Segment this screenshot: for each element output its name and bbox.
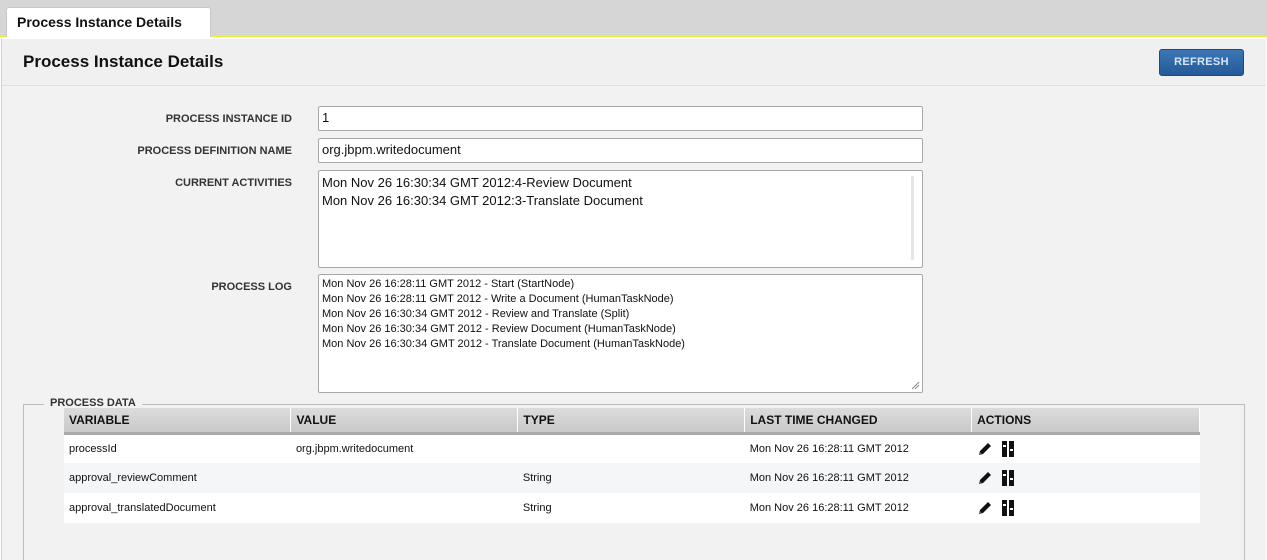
cell-variable: approval_reviewComment (64, 463, 291, 493)
cell-actions (971, 433, 1200, 463)
cell-variable: processId (64, 433, 291, 463)
cell-type: String (517, 463, 745, 493)
table-row[interactable]: processId org.jbpm.writedocument Mon Nov… (64, 433, 1200, 463)
pencil-icon[interactable] (977, 500, 993, 516)
cell-value: org.jbpm.writedocument (290, 433, 518, 463)
cell-type (517, 433, 745, 463)
instance-id-label: PROCESS INSTANCE ID (165, 113, 292, 125)
log-line: Mon Nov 26 16:28:11 GMT 2012 - Write a D… (322, 293, 674, 305)
tab-bar: Process Instance Details (0, 0, 1267, 37)
panel-header: Process Instance Details REFRESH (2, 39, 1266, 86)
column-header-last-changed[interactable]: LAST TIME CHANGED (744, 408, 973, 435)
history-icon[interactable] (1001, 499, 1015, 517)
pencil-icon[interactable] (977, 441, 993, 457)
activity-line: Mon Nov 26 16:30:34 GMT 2012:4-Review Do… (322, 175, 632, 190)
process-data-table: VARIABLE VALUE TYPE LAST TIME CHANGED AC… (64, 408, 1200, 523)
log-line: Mon Nov 26 16:30:34 GMT 2012 - Review an… (322, 308, 630, 320)
cell-value (290, 463, 518, 493)
tab-process-instance-details[interactable]: Process Instance Details (6, 7, 211, 37)
instance-id-field[interactable]: 1 (318, 106, 923, 131)
column-header-variable[interactable]: VARIABLE (64, 408, 292, 435)
current-activities-area[interactable]: Mon Nov 26 16:30:34 GMT 2012:4-Review Do… (318, 170, 923, 268)
table-header-row: VARIABLE VALUE TYPE LAST TIME CHANGED AC… (64, 408, 1200, 435)
cell-value (290, 493, 518, 523)
scrollbar[interactable] (911, 176, 914, 260)
table-row[interactable]: approval_translatedDocument String Mon N… (64, 493, 1200, 523)
cell-actions (971, 463, 1200, 493)
column-header-value[interactable]: VALUE (290, 408, 519, 435)
activity-line: Mon Nov 26 16:30:34 GMT 2012:3-Translate… (322, 193, 643, 208)
log-line: Mon Nov 26 16:30:34 GMT 2012 - Review Do… (322, 323, 676, 335)
process-log-area[interactable]: Mon Nov 26 16:28:11 GMT 2012 - Start (St… (318, 274, 923, 393)
page-title: Process Instance Details (23, 52, 224, 71)
current-activities-label: CURRENT ACTIVITIES (175, 177, 292, 189)
definition-name-label: PROCESS DEFINITION NAME (137, 145, 292, 157)
definition-name-field[interactable]: org.jbpm.writedocument (318, 138, 923, 163)
refresh-button[interactable]: REFRESH (1159, 49, 1244, 76)
column-header-type[interactable]: TYPE (517, 408, 746, 435)
cell-last-changed: Mon Nov 26 16:28:11 GMT 2012 (744, 433, 972, 463)
log-line: Mon Nov 26 16:30:34 GMT 2012 - Translate… (322, 338, 685, 350)
pencil-icon[interactable] (977, 470, 993, 486)
log-line: Mon Nov 26 16:28:11 GMT 2012 - Start (St… (322, 278, 575, 290)
history-icon[interactable] (1001, 469, 1015, 487)
cell-type: String (517, 493, 745, 523)
history-icon[interactable] (1001, 440, 1015, 458)
column-header-actions: ACTIONS (971, 408, 1200, 435)
resize-handle-icon[interactable] (911, 381, 920, 390)
cell-actions (971, 493, 1200, 523)
cell-last-changed: Mon Nov 26 16:28:11 GMT 2012 (744, 463, 972, 493)
table-row[interactable]: approval_reviewComment String Mon Nov 26… (64, 463, 1200, 493)
cell-last-changed: Mon Nov 26 16:28:11 GMT 2012 (744, 493, 972, 523)
cell-variable: approval_translatedDocument (64, 493, 291, 523)
process-log-label: PROCESS LOG (211, 281, 292, 293)
